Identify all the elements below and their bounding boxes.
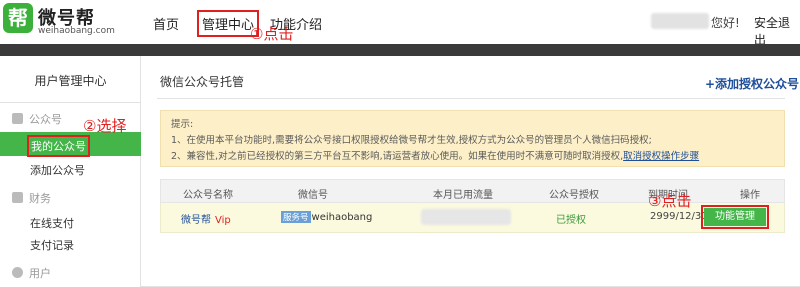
sidebar-divider <box>0 102 141 103</box>
sidebar-group-finance: 财务 <box>12 190 51 206</box>
account-name[interactable]: 微号帮 Vip <box>181 211 231 226</box>
sidebar-group-label: 公众号 <box>29 113 62 126</box>
username-blurred <box>651 13 709 29</box>
sidebar-item-online-pay[interactable]: 在线支付 <box>30 215 74 231</box>
chat-icon <box>12 113 23 124</box>
header-divider <box>0 44 800 56</box>
vip-badge: Vip <box>215 215 231 226</box>
annotation-step2: ②选择 <box>83 117 127 135</box>
greeting: 您好! <box>711 16 740 30</box>
expiry-date: 2999/12/31 <box>650 211 708 222</box>
logo-icon[interactable]: 帮 <box>3 3 33 33</box>
function-manage-button[interactable]: 功能管理 <box>704 208 766 226</box>
auth-status: 已授权 <box>556 215 586 226</box>
notice-heading: 提示: <box>171 119 194 130</box>
brand-domain: weihaobang.com <box>38 26 115 36</box>
nav-home[interactable]: 首页 <box>153 14 179 33</box>
nav-features[interactable]: 功能介绍 <box>270 14 322 33</box>
top-bar: 帮 微号帮 weihaobang.com 首页 管理中心 ①点击 功能介绍 您好… <box>0 0 800 47</box>
sidebar-group-account: 公众号 <box>12 111 62 127</box>
wechat-id-cell: 服务号 weihaobang <box>281 211 372 223</box>
sidebar-group-label: 财务 <box>29 192 51 205</box>
notice-line-1: 1、在使用本平台功能时,需要将公众号接口权限授权给微号帮才生效,授权方式为公众号… <box>171 135 652 146</box>
wechat-id: weihaobang <box>311 212 373 223</box>
action-highlight: 功能管理 <box>701 205 769 229</box>
title-divider <box>157 98 785 99</box>
add-authorized-account-link[interactable]: +添加授权公众号 <box>705 75 799 92</box>
notice-box: 提示: 1、在使用本平台功能时,需要将公众号接口权限授权给微号帮才生效,授权方式… <box>160 110 785 167</box>
sidebar-item-add-account[interactable]: 添加公众号 <box>30 162 85 178</box>
notice-line-2: 2、兼容性,对之前已经授权的第三方平台互不影响,请运营者放心使用。如果在使用时不… <box>171 149 774 165</box>
col-header-traffic: 本月已用流量 <box>433 190 493 201</box>
user-icon <box>12 267 23 278</box>
sidebar-item-pay-records[interactable]: 支付记录 <box>30 237 74 253</box>
service-account-tag: 服务号 <box>281 211 311 223</box>
grid-icon <box>12 192 23 203</box>
traffic-blurred <box>421 209 511 225</box>
notice-line-2-text: 2、兼容性,对之前已经授权的第三方平台互不影响,请运营者放心使用。如果在使用时不… <box>171 151 624 162</box>
sidebar-group-user: 用户 <box>12 265 51 281</box>
sidebar: 用户管理中心 公众号 我的公众号 添加公众号 财务 在线支付 支付记录 用户 <box>0 56 141 287</box>
logout-link[interactable]: 安全退出 <box>754 14 800 48</box>
cancel-auth-steps-link[interactable]: 取消授权操作步骤 <box>623 151 699 162</box>
annotation-step3: ③点击 <box>648 192 692 210</box>
sidebar-item-my-accounts-label[interactable]: 我的公众号 <box>27 135 90 157</box>
col-header-name: 公众号名称 <box>183 190 233 201</box>
page-title: 微信公众号托管 <box>160 75 245 89</box>
col-header-auth: 公众号授权 <box>549 190 599 201</box>
col-header-action: 操作 <box>740 190 760 201</box>
col-header-wechat-id: 微信号 <box>298 190 328 201</box>
sidebar-title: 用户管理中心 <box>34 74 107 88</box>
sidebar-group-label: 用户 <box>29 267 51 280</box>
account-name-text: 微号帮 <box>181 215 211 226</box>
